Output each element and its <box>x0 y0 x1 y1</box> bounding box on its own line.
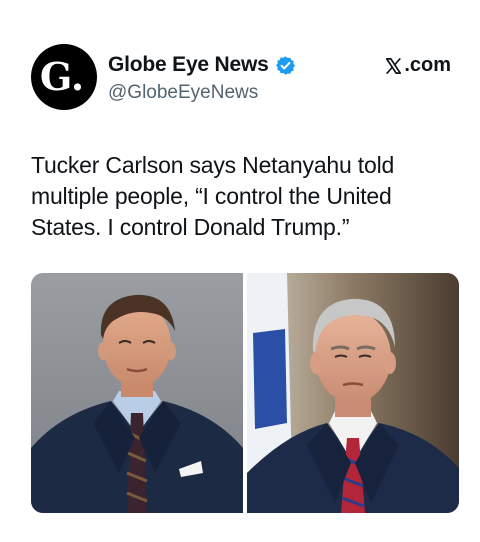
tweet-header: G. Globe Eye News @GlobeEyeNews .com <box>31 44 451 114</box>
display-name[interactable]: Globe Eye News <box>108 53 269 77</box>
x-logo-icon <box>386 57 402 74</box>
avatar-letter: G. <box>40 54 84 99</box>
source-text: .com <box>404 54 451 76</box>
photo-left[interactable] <box>31 273 243 513</box>
tweet-text: Tucker Carlson says Netanyahu told multi… <box>31 152 395 240</box>
portrait-man-with-flag <box>247 273 459 513</box>
avatar[interactable]: G. <box>31 44 97 110</box>
source-label: .com <box>384 54 451 77</box>
verified-badge-icon <box>275 55 295 75</box>
portrait-man-navy-suit <box>31 273 243 513</box>
tweet-card: G. Globe Eye News @GlobeEyeNews .com Tuc… <box>0 0 480 542</box>
account-handle[interactable]: @GlobeEyeNews <box>108 82 258 104</box>
media-grid[interactable] <box>31 273 459 513</box>
name-row: Globe Eye News <box>108 53 296 77</box>
photo-right[interactable] <box>247 273 459 513</box>
globe-eye-logo: G. <box>40 54 84 99</box>
